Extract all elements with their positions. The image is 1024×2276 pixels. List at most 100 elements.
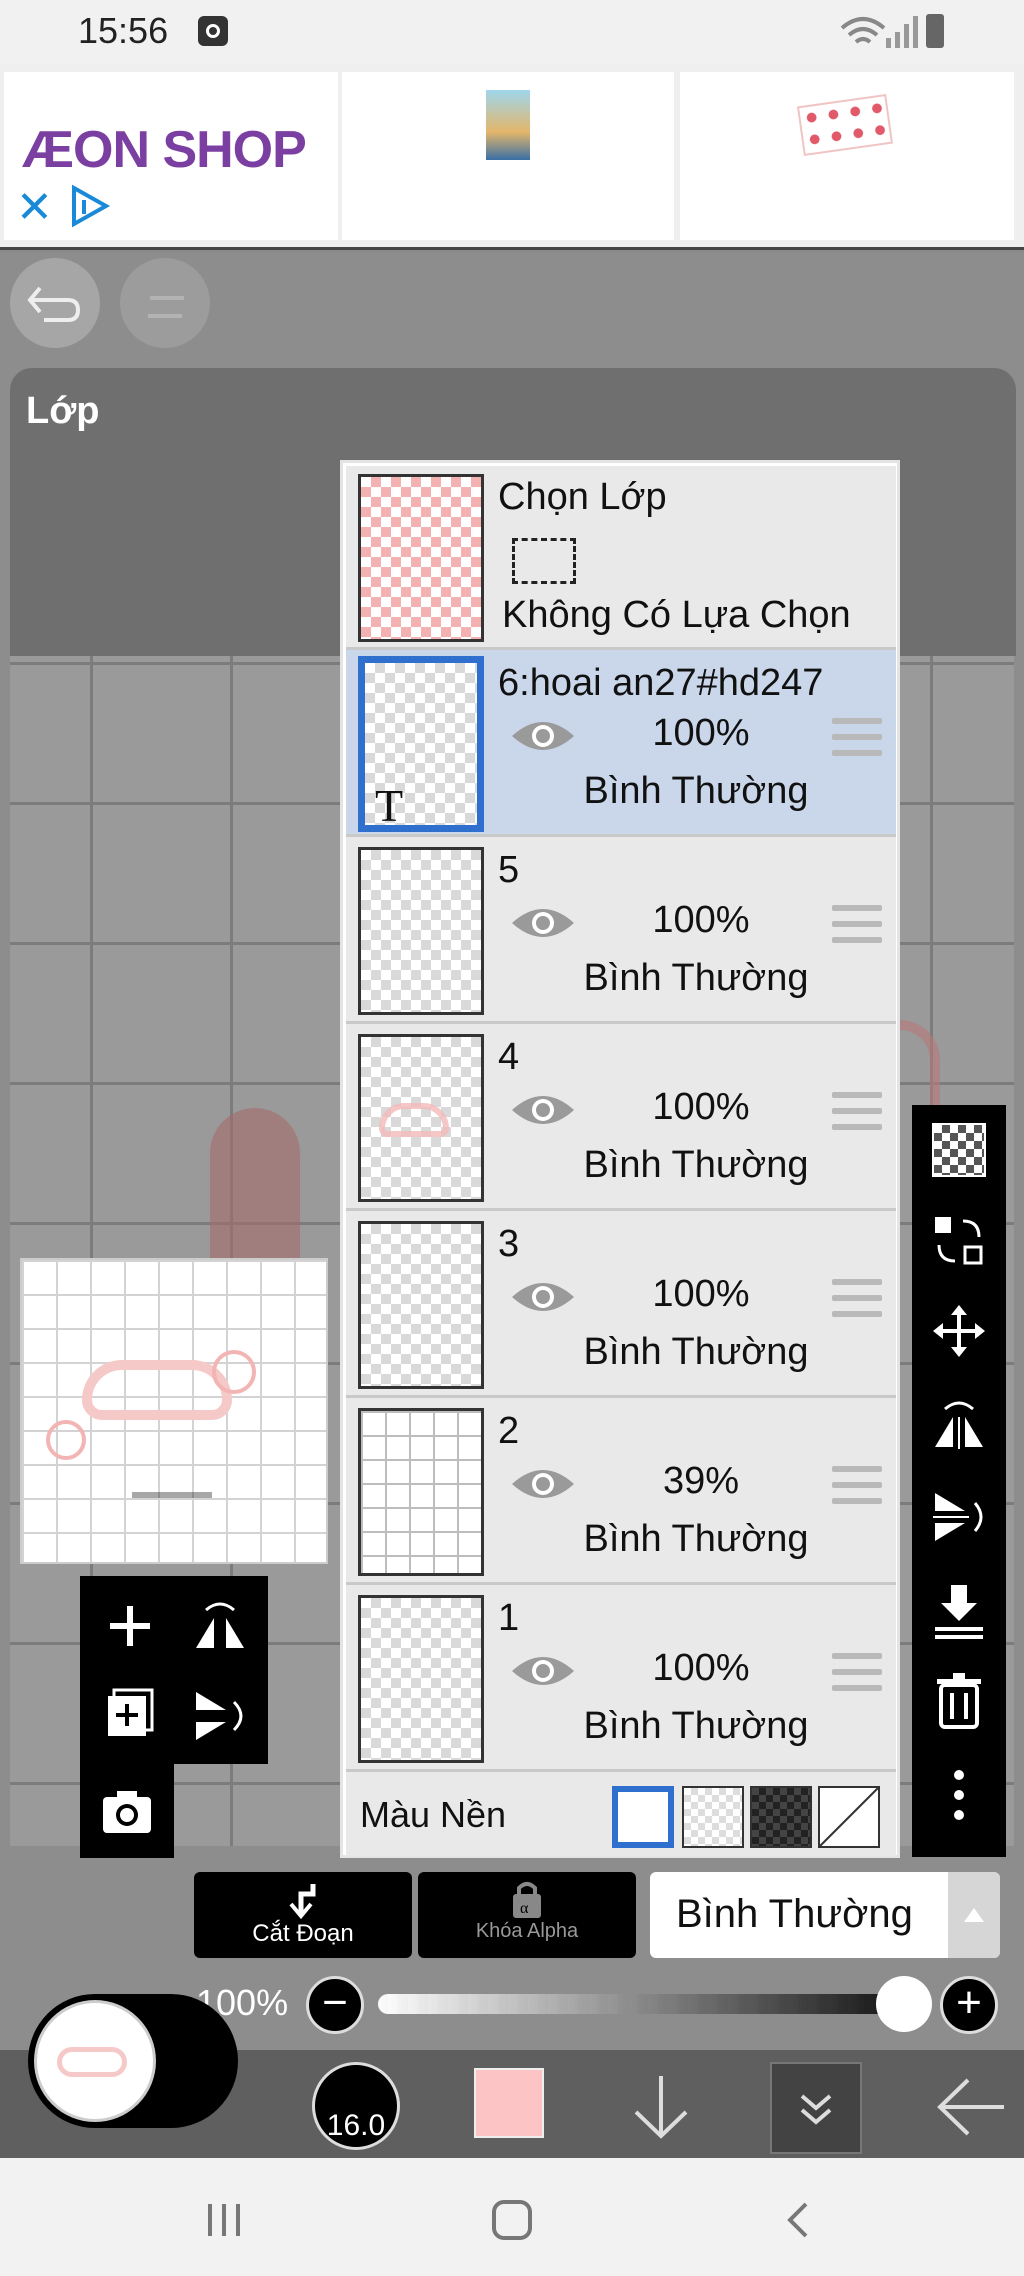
rotate-layer-icon[interactable]	[190, 1686, 250, 1746]
brush-size-button[interactable]: 16.0	[312, 2062, 400, 2150]
tool-switch-button[interactable]	[28, 1994, 238, 2128]
selection-status: Không Có Lựa Chọn	[502, 594, 851, 636]
layer-blend-mode: Bình Thường	[583, 1705, 809, 1747]
move-icon[interactable]	[929, 1301, 989, 1361]
text-layer-icon: T	[375, 780, 404, 831]
home-icon[interactable]	[492, 2200, 532, 2240]
opacity-slider-knob[interactable]	[876, 1976, 932, 2032]
clip-label: Cắt Đoạn	[252, 1920, 354, 1947]
transparency-icon[interactable]	[932, 1123, 986, 1177]
layer-tools-toolbar	[912, 1105, 1006, 1857]
back-icon[interactable]	[782, 2200, 812, 2240]
selection-label: Chọn Lớp	[498, 476, 667, 518]
ad-brand-cell[interactable]: ÆON SHOP ✕	[4, 72, 338, 240]
camera-icon[interactable]	[97, 1781, 157, 1841]
notification-icon	[198, 16, 228, 46]
drag-handle-icon[interactable]	[832, 1653, 882, 1691]
layers-panel-title: Lớp	[26, 390, 100, 432]
layer-opacity: 100%	[652, 712, 750, 754]
color-swatch[interactable]	[474, 2068, 544, 2138]
flip-vertical-icon[interactable]	[929, 1487, 989, 1547]
clip-icon	[289, 1884, 316, 1920]
arrow-down-icon[interactable]	[630, 2072, 692, 2142]
bg-white-swatch[interactable]	[612, 1786, 674, 1848]
undo-button[interactable]	[10, 258, 100, 348]
drag-handle-icon[interactable]	[832, 1466, 882, 1504]
more-options-icon[interactable]	[929, 1765, 989, 1825]
layer-row[interactable]: 3 100% Bình Thường	[346, 1211, 896, 1398]
ad-banner[interactable]: ÆON SHOP ✕	[0, 64, 1024, 250]
merge-down-icon[interactable]	[929, 1581, 989, 1641]
layer-row[interactable]: 2 39% Bình Thường	[346, 1398, 896, 1585]
layer-actions	[80, 1576, 268, 1764]
redo-button[interactable]	[120, 258, 210, 348]
layer-thumbnail[interactable]	[358, 847, 484, 1015]
background-color-row: Màu Nền	[346, 1772, 896, 1856]
flip-horizontal-icon[interactable]	[929, 1395, 989, 1455]
system-navbar	[0, 2158, 1024, 2276]
visibility-eye-icon[interactable]	[510, 716, 576, 756]
visibility-eye-icon[interactable]	[510, 1277, 576, 1317]
duplicate-layer-icon[interactable]	[100, 1686, 160, 1746]
layer-blend-mode: Bình Thường	[583, 1518, 809, 1560]
svg-text:α: α	[520, 1900, 529, 1917]
layer-row[interactable]: 5 100% Bình Thường	[346, 837, 896, 1024]
ad-choices-icon[interactable]	[68, 184, 112, 228]
layer-thumbnail[interactable]	[358, 1595, 484, 1763]
drag-handle-icon[interactable]	[832, 1279, 882, 1317]
layer-blend-mode: Bình Thường	[583, 957, 809, 999]
flip-layer-icon[interactable]	[190, 1596, 250, 1656]
blend-mode-dropdown[interactable]	[948, 1872, 1000, 1958]
layer-row[interactable]: T 6:hoai an27#hd247 100% Bình Thường	[346, 650, 896, 837]
layer-opacity: 39%	[662, 1460, 740, 1502]
layer-opacity: 100%	[652, 1086, 750, 1128]
visibility-eye-icon[interactable]	[510, 1651, 576, 1691]
layer-thumbnail[interactable]	[358, 1034, 484, 1202]
alpha-lock-button[interactable]: α Khóa Alpha	[418, 1872, 636, 1958]
recent-apps-icon[interactable]	[204, 2200, 244, 2240]
layer-opacity: 100%	[652, 899, 750, 941]
layer-thumbnail[interactable]	[358, 1408, 484, 1576]
ad-close-icon[interactable]: ✕	[16, 182, 53, 233]
bg-transparent-swatch[interactable]	[682, 1786, 744, 1848]
layer-blend-mode: Bình Thường	[583, 770, 809, 812]
layer-name: 6:hoai an27#hd247	[498, 662, 824, 704]
drag-handle-icon[interactable]	[832, 1092, 882, 1130]
back-arrow-icon[interactable]	[934, 2072, 1006, 2142]
opacity-slider[interactable]	[378, 1994, 918, 2014]
camera-layer-tool	[80, 1764, 174, 1858]
layer-row[interactable]: 4 100% Bình Thường	[346, 1024, 896, 1211]
blend-mode-select[interactable]: Bình Thường	[650, 1872, 1000, 1958]
bg-none-swatch[interactable]	[818, 1786, 880, 1848]
clip-button[interactable]: Cắt Đoạn	[194, 1872, 412, 1958]
layers-button[interactable]	[770, 2062, 862, 2154]
layer-name: 1	[498, 1597, 520, 1639]
bg-dark-swatch[interactable]	[750, 1786, 812, 1848]
layer-opacity: 100%	[652, 1647, 750, 1689]
background-color-label: Màu Nền	[360, 1794, 507, 1835]
ad-product-image[interactable]	[680, 72, 1014, 240]
layer-list[interactable]: Chọn Lớp Không Có Lựa Chọn T 6:hoai an27…	[340, 460, 900, 1858]
ad-product-image[interactable]	[342, 72, 674, 240]
ad-logo: ÆON SHOP	[22, 121, 307, 179]
opacity-plus-button[interactable]: +	[940, 1976, 998, 2034]
opacity-minus-button[interactable]: −	[306, 1976, 364, 2034]
visibility-eye-icon[interactable]	[510, 903, 576, 943]
delete-layer-icon[interactable]	[929, 1671, 989, 1731]
signal-icon	[886, 16, 918, 48]
wifi-icon	[840, 17, 886, 44]
selection-layer-row[interactable]: Chọn Lớp Không Có Lựa Chọn	[346, 466, 896, 650]
drag-handle-icon[interactable]	[832, 905, 882, 943]
layer-thumbnail[interactable]: T	[358, 656, 484, 832]
layer-row[interactable]: 1 100% Bình Thường	[346, 1585, 896, 1772]
layer-blend-mode: Bình Thường	[583, 1144, 809, 1186]
add-layer-icon[interactable]	[100, 1596, 160, 1656]
visibility-eye-icon[interactable]	[510, 1090, 576, 1130]
bottom-toolbar: 16.0	[0, 1994, 1024, 2158]
canvas-preview[interactable]	[20, 1258, 328, 1564]
double-chevron-down-icon	[800, 2094, 832, 2125]
visibility-eye-icon[interactable]	[510, 1464, 576, 1504]
swap-layers-icon[interactable]	[929, 1211, 989, 1271]
drag-handle-icon[interactable]	[832, 718, 882, 756]
layer-thumbnail[interactable]	[358, 1221, 484, 1389]
